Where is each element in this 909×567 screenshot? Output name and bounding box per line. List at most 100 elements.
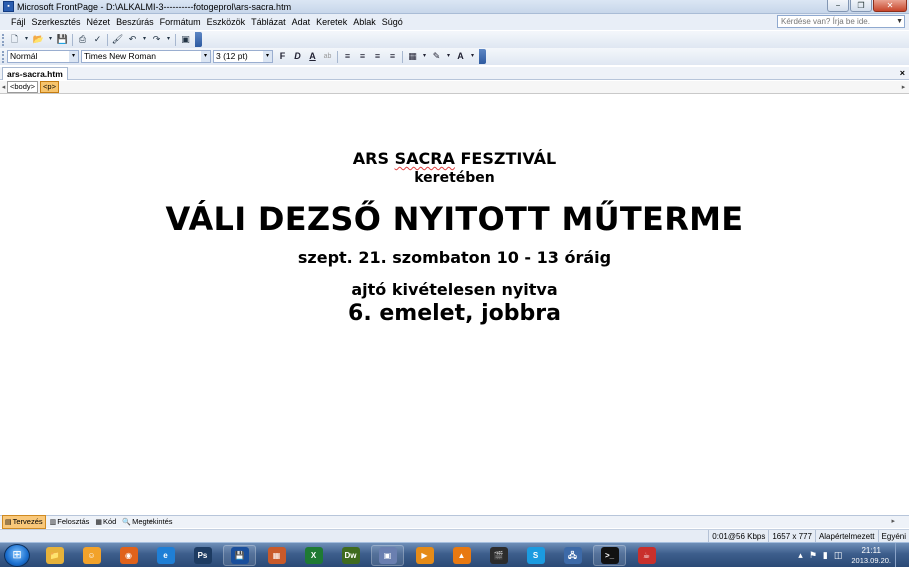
toolbar-grip[interactable]	[2, 33, 5, 46]
clock[interactable]: 21:11 2013.09.20.	[851, 546, 891, 566]
underline-button[interactable]: A	[306, 50, 319, 63]
skype-app[interactable]: S	[519, 545, 552, 566]
frontpage-icon[interactable]: ▪	[3, 1, 14, 12]
network-tray-icon[interactable]: ▮	[823, 550, 828, 561]
font-select[interactable]: Times New Roman ▾	[81, 50, 211, 63]
tray-arrow-icon[interactable]: ▴	[798, 550, 803, 561]
menu-item[interactable]: Fájl	[0, 14, 29, 30]
movie-app[interactable]: 🎬	[482, 545, 515, 566]
menu-item[interactable]: Táblázat	[248, 14, 289, 30]
media-app[interactable]: ▶	[408, 545, 441, 566]
tray-icons: ▴ ⚑ ▮ ◫	[795, 550, 845, 561]
dropdown-arrow-icon[interactable]: ▾	[23, 33, 30, 46]
scroll-left-icon[interactable]: ◂	[148, 517, 152, 525]
tag-scroll-left-icon[interactable]: ◂	[0, 83, 7, 91]
view-tab-label: Kód	[103, 517, 117, 526]
save-icon[interactable]: 💾	[56, 33, 69, 46]
chevron-down-icon[interactable]: ▾	[69, 51, 78, 62]
font-color-icon[interactable]: A	[454, 50, 467, 63]
menu-item[interactable]: Formátum	[157, 14, 204, 30]
align-left-icon[interactable]: ≡	[341, 50, 354, 63]
dropdown-arrow-icon[interactable]: ▾	[141, 33, 148, 46]
toolbar-options-button[interactable]	[195, 32, 202, 47]
network-app[interactable]: 🖧	[556, 545, 589, 566]
redo-icon[interactable]: ↷	[150, 33, 163, 46]
volume-icon[interactable]: ◫	[834, 550, 843, 561]
toolbar-separator	[337, 50, 338, 63]
chevron-down-icon[interactable]: ▼	[896, 16, 903, 27]
align-right-icon[interactable]: ≡	[371, 50, 384, 63]
firefox-app[interactable]: ◉	[112, 545, 145, 566]
dropdown-arrow-icon[interactable]: ▾	[445, 50, 452, 63]
italic-button[interactable]: D	[291, 50, 304, 63]
ie-app[interactable]: e	[149, 545, 182, 566]
format-painter-icon[interactable]: 🖌	[111, 33, 124, 46]
restore-button[interactable]: ❐	[850, 0, 872, 12]
tag-p[interactable]: <p>	[40, 81, 59, 93]
minimize-button[interactable]: −	[827, 0, 849, 12]
cmd-app[interactable]: >_	[593, 545, 626, 566]
bold-button[interactable]: F	[276, 50, 289, 63]
close-document-icon[interactable]: ×	[900, 67, 905, 80]
dropdown-arrow-icon[interactable]: ▾	[47, 33, 54, 46]
frontpage-app[interactable]: 💾	[223, 545, 256, 566]
undo-icon[interactable]: ↶	[126, 33, 139, 46]
start-button[interactable]: ⊞	[4, 544, 30, 567]
highlight-color-icon[interactable]: ✎	[430, 50, 443, 63]
tag-body[interactable]: <body>	[7, 81, 39, 93]
paint-app[interactable]: ▣	[371, 545, 404, 566]
justify-icon[interactable]: ≡	[386, 50, 399, 63]
explorer-app[interactable]: 📁	[38, 545, 71, 566]
dropdown-arrow-icon[interactable]: ▾	[469, 50, 476, 63]
highlight-text-icon[interactable]: ab	[321, 50, 334, 63]
design-view-editor[interactable]: ARS SACRA FESZTIVÁL keretében VÁLI DEZSŐ…	[0, 94, 909, 514]
code-view-icon: ▦	[95, 519, 102, 526]
menu-item[interactable]: Keretek	[313, 14, 350, 30]
close-button[interactable]: ✕	[873, 0, 907, 12]
insert-picture-icon[interactable]: ▣	[179, 33, 192, 46]
print-icon[interactable]: ⎙	[76, 33, 89, 46]
style-select[interactable]: Normál ▾	[7, 50, 79, 63]
borders-icon[interactable]: ▦	[406, 50, 419, 63]
menu-item[interactable]: Nézet	[84, 14, 114, 30]
open-folder-icon[interactable]: 📂	[32, 33, 45, 46]
menu-item[interactable]: Beszúrás	[113, 14, 157, 30]
font-size-select-value: 3 (12 pt)	[216, 51, 248, 61]
tag-scroll-right-icon[interactable]: ▸	[900, 83, 907, 91]
toolbar-grip[interactable]	[2, 50, 5, 63]
view-tab-code[interactable]: ▦Kód	[93, 516, 118, 528]
flag-icon[interactable]: ⚑	[809, 550, 817, 561]
spelling-icon[interactable]: ✓	[91, 33, 104, 46]
dropdown-arrow-icon[interactable]: ▾	[421, 50, 428, 63]
toolbar-separator	[402, 50, 403, 63]
window-title: Microsoft FrontPage - D:\ALKALMI-3------…	[17, 1, 292, 12]
toolbar-options-button[interactable]	[479, 49, 486, 64]
dropdown-arrow-icon[interactable]: ▾	[165, 33, 172, 46]
vlc-app[interactable]: ▲	[445, 545, 478, 566]
document-tab[interactable]: ars-sacra.htm	[2, 67, 68, 80]
package-app[interactable]: ▦	[260, 545, 293, 566]
view-tab-split[interactable]: ▥Felosztás	[48, 516, 92, 528]
horizontal-scrollbar[interactable]: ◂ ▸	[148, 517, 895, 527]
chevron-down-icon[interactable]: ▾	[263, 51, 272, 62]
scroll-right-icon[interactable]: ▸	[891, 517, 895, 525]
messenger-app[interactable]: ☺	[75, 545, 108, 566]
view-tab-design[interactable]: ▤Tervezés	[2, 515, 46, 529]
menu-item[interactable]: Eszközök	[204, 14, 249, 30]
chevron-down-icon[interactable]: ▾	[201, 51, 210, 62]
excel-app[interactable]: X	[297, 545, 330, 566]
align-center-icon[interactable]: ≡	[356, 50, 369, 63]
menu-item[interactable]: Szerkesztés	[29, 14, 84, 30]
dreamweaver-app[interactable]: Dw	[334, 545, 367, 566]
help-search-input[interactable]: Kérdése van? Írja be ide. ▼	[777, 15, 905, 28]
menu-item[interactable]: Adat	[289, 14, 314, 30]
menu-item[interactable]: Ablak	[350, 14, 379, 30]
clock-date: 2013.09.20.	[851, 555, 891, 565]
show-desktop-button[interactable]	[895, 543, 905, 567]
menu-item[interactable]: Súgó	[379, 14, 406, 30]
dreamweaver-app-icon: Dw	[341, 547, 360, 564]
java-app[interactable]: ☕	[630, 545, 663, 566]
font-size-select[interactable]: 3 (12 pt) ▾	[213, 50, 273, 63]
new-page-icon[interactable]: 🗋	[8, 33, 21, 46]
photoshop-app[interactable]: Ps	[186, 545, 219, 566]
